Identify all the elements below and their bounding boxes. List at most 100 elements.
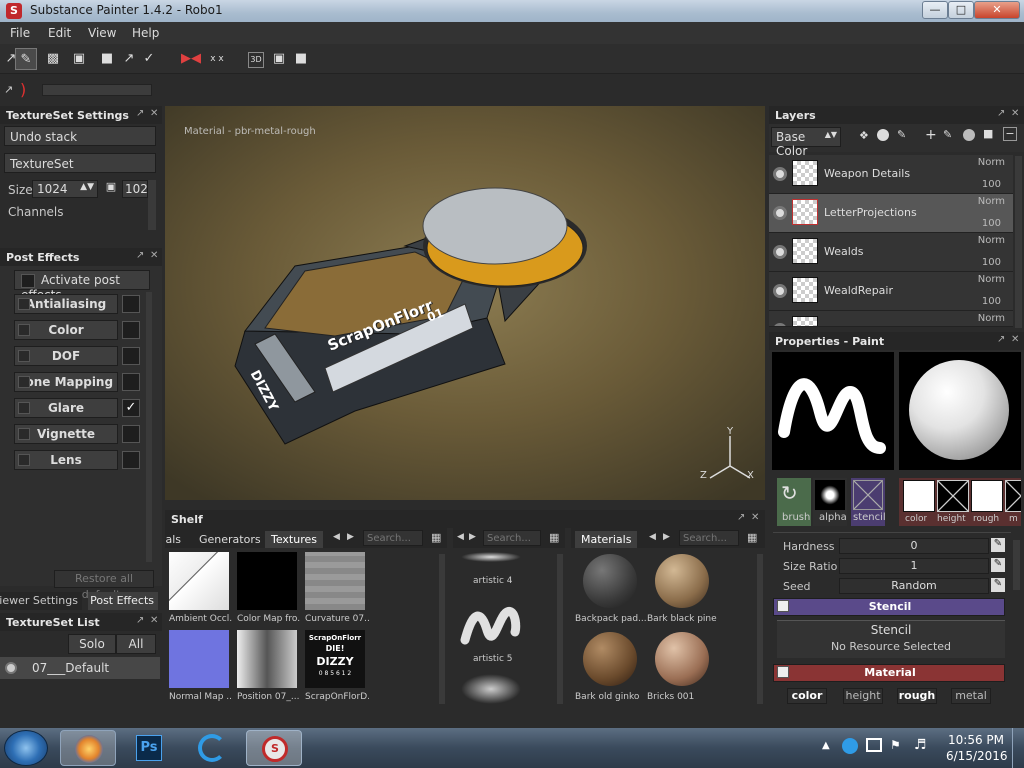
grid-view-icon[interactable]: ▦ [431, 531, 441, 544]
layer-blend-mode[interactable]: Norm [978, 313, 1005, 324]
all-button[interactable]: All [116, 634, 156, 654]
post-effect-button[interactable]: Vignette [14, 424, 118, 444]
tab-scroll-right-icon[interactable]: ▶ [663, 532, 670, 542]
popout-icon[interactable]: ↗ [997, 108, 1005, 119]
visibility-eye-icon[interactable] [773, 206, 787, 220]
maximize-button[interactable]: □ [948, 1, 974, 19]
3d-viewport[interactable]: Material - pbr-metal-rough ScrapOnFlorr … [165, 106, 765, 500]
brush-slot[interactable]: ↻ brush [777, 478, 811, 526]
fill-layer-icon[interactable] [877, 129, 889, 141]
popout-icon[interactable]: ↗ [136, 615, 144, 626]
tab-scroll-left-icon[interactable]: ◀ [649, 532, 656, 542]
post-effect-button[interactable]: DOF [14, 346, 118, 366]
close-icon[interactable]: ✕ [150, 108, 158, 119]
post-effect-button[interactable]: Lens Distortion [14, 450, 118, 470]
layer-blend-mode[interactable]: Norm [978, 157, 1005, 168]
layer-row[interactable]: Wealds Norm 100 [769, 233, 1013, 272]
close-icon[interactable]: ✕ [1011, 108, 1019, 119]
texture-item[interactable]: Ambient Occl... [169, 552, 233, 624]
size-ratio-field[interactable]: 1 [839, 558, 989, 574]
post-effects-scrollbar[interactable] [146, 292, 152, 562]
xx-symmetry-tool[interactable]: x x [206, 48, 228, 70]
start-button[interactable] [4, 730, 48, 766]
tray-app-icon[interactable] [842, 738, 858, 754]
geometry-mask-tool[interactable]: ■ [96, 48, 118, 70]
color-slot[interactable] [903, 480, 935, 512]
popout-icon[interactable]: ↗ [136, 250, 144, 261]
hardness-field[interactable]: 0 [839, 538, 989, 554]
texture-item[interactable]: Normal Map ... [169, 630, 233, 702]
post-effect-button[interactable]: Glare [14, 398, 118, 418]
texture-item[interactable]: Position 07_... [237, 630, 299, 702]
seed-edit-icon[interactable]: ✎ [991, 578, 1005, 592]
post-effect-toggle[interactable] [18, 454, 30, 466]
taskbar-browser-button[interactable] [60, 730, 116, 766]
layer-row[interactable]: LetterProjections Norm 100 [769, 194, 1013, 233]
menu-file[interactable]: File [10, 26, 30, 40]
post-effect-checkbox[interactable] [122, 425, 140, 443]
lock-icon[interactable]: ▣ [104, 180, 118, 198]
menu-view[interactable]: View [88, 26, 116, 40]
minimize-button[interactable]: — [922, 1, 948, 19]
post-effect-button[interactable]: Color Correction [14, 320, 118, 340]
texture-item[interactable]: Color Map fro... [237, 552, 301, 624]
material-section-bar[interactable]: Material [773, 664, 1005, 682]
view-3d-tool[interactable]: 3D [248, 52, 264, 68]
tab-viewer-settings[interactable]: Viewer Settings [0, 592, 82, 610]
brush-stroke-artistic-5[interactable] [459, 596, 521, 654]
layer-opacity[interactable]: 100 [982, 218, 1001, 229]
stencil-section-bar[interactable]: Stencil [773, 598, 1005, 616]
material-item[interactable]: Backpack pad... [575, 552, 647, 624]
visibility-eye-icon[interactable] [5, 662, 17, 674]
post-effect-toggle[interactable] [18, 402, 30, 414]
material-search-input[interactable] [679, 530, 739, 546]
post-effect-toggle[interactable] [18, 350, 30, 362]
menu-help[interactable]: Help [132, 26, 159, 40]
rough-channel-button[interactable]: rough [897, 688, 937, 704]
restore-defaults-button[interactable]: Restore all defaults [54, 570, 154, 601]
texture-scrollbar[interactable] [439, 554, 445, 704]
close-button[interactable]: ✕ [974, 1, 1020, 19]
material-item[interactable]: Bricks 001 [647, 630, 717, 702]
post-effect-toggle[interactable] [18, 324, 30, 336]
post-effect-checkbox[interactable] [122, 295, 140, 313]
eraser-tool[interactable]: ▩ [42, 48, 64, 70]
post-effect-toggle[interactable] [18, 298, 30, 310]
texture-item[interactable]: Curvature 07... [305, 552, 369, 624]
height-channel-button[interactable]: height [843, 688, 883, 704]
layer-row[interactable]: WealdRepair Norm 100 [769, 272, 1013, 311]
folder-icon[interactable]: ■ [983, 127, 993, 140]
post-effect-checkbox[interactable] [122, 451, 140, 469]
close-icon[interactable]: ✕ [150, 615, 158, 626]
height-slot[interactable] [937, 480, 969, 512]
close-icon[interactable]: ✕ [751, 512, 759, 523]
layer-opacity[interactable]: 100 [982, 179, 1001, 190]
seed-field[interactable]: Random [839, 578, 989, 594]
grid-view-icon[interactable]: ▦ [747, 531, 757, 544]
delete-layer-icon[interactable]: − [1003, 127, 1017, 141]
clock-date[interactable]: 6/15/2016 [946, 749, 1008, 763]
material-item[interactable]: Bark black pine [647, 552, 717, 624]
tray-expand-icon[interactable]: ▲ [822, 740, 830, 751]
color-channel-button[interactable]: color [787, 688, 827, 704]
layers-scrollbar[interactable] [1015, 156, 1022, 328]
metal-channel-button[interactable]: metal [951, 688, 991, 704]
projection-tool[interactable]: ▣ [68, 48, 90, 70]
brush-scrollbar[interactable] [557, 554, 563, 704]
network-icon[interactable] [866, 738, 882, 752]
menu-edit[interactable]: Edit [48, 26, 71, 40]
tab-scroll-right-icon[interactable]: ▶ [469, 532, 476, 542]
mask-icon[interactable]: ❖ [859, 129, 869, 142]
material-item[interactable]: Bark old ginko [575, 630, 645, 702]
camera-tool[interactable]: ■ [290, 48, 312, 70]
brush-curve-icon[interactable]: ) [20, 80, 26, 99]
taskbar-app-button[interactable] [184, 730, 240, 766]
post-effect-toggle[interactable] [18, 376, 30, 388]
hardness-edit-icon[interactable]: ✎ [991, 538, 1005, 552]
layer-row[interactable]: Norm [769, 311, 1013, 327]
layer-opacity[interactable]: 100 [982, 296, 1001, 307]
clock-time[interactable]: 10:56 PM [948, 733, 1004, 747]
tab-scroll-left-icon[interactable]: ◀ [457, 532, 464, 542]
paint-brush-tool[interactable]: ✎ [15, 48, 37, 70]
popout-icon[interactable]: ↗ [737, 512, 745, 523]
